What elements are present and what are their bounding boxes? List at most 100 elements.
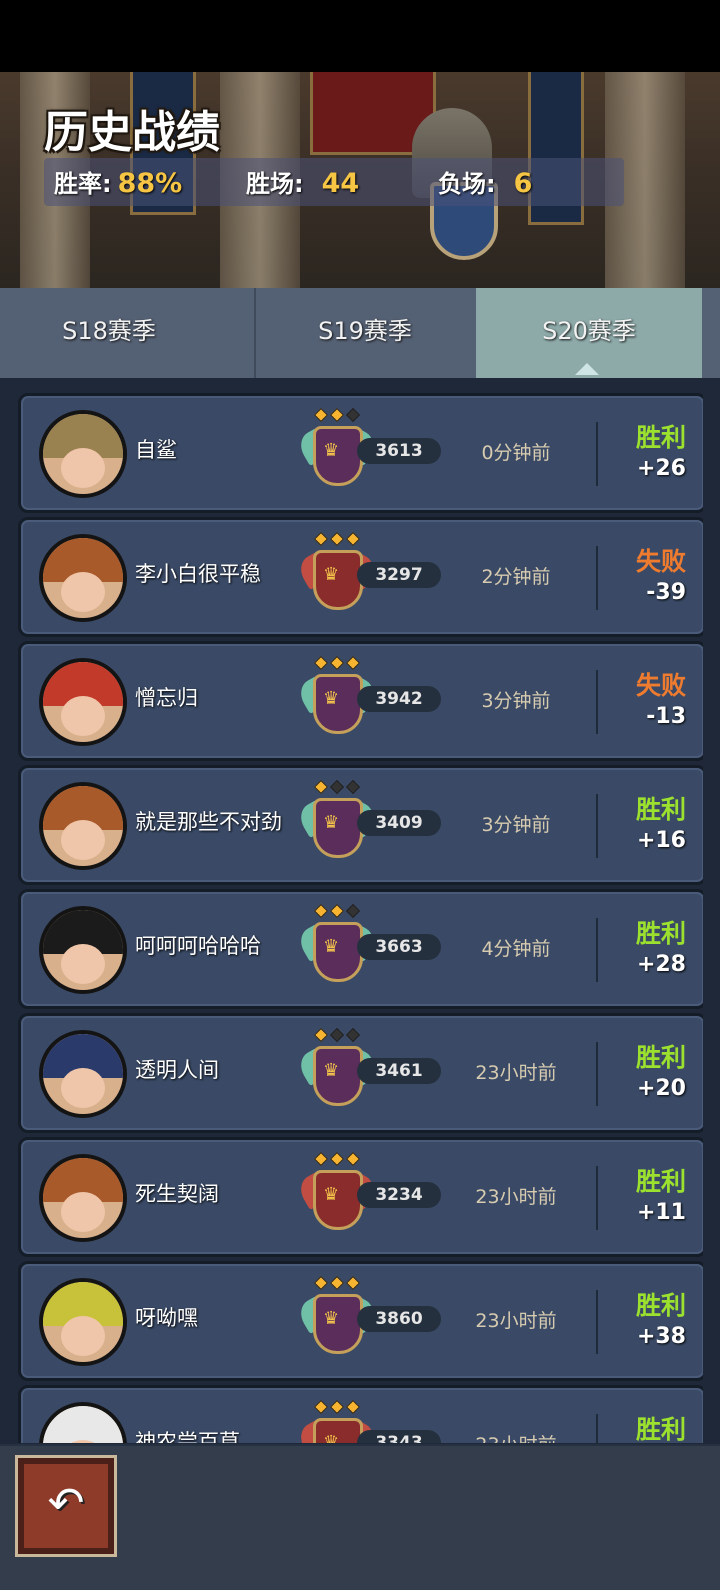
avatar-face <box>61 1068 105 1108</box>
avatar[interactable] <box>39 1278 127 1366</box>
match-row[interactable]: 憎忘归 ♛ 3942 3分钟前 失败 -13 <box>18 641 703 761</box>
match-result: 胜利 <box>635 423 686 452</box>
wins-stat: 胜场: 44 <box>246 164 359 199</box>
rank-star-icon <box>329 779 345 795</box>
divider <box>596 794 598 858</box>
rank-stars <box>313 531 363 547</box>
match-row[interactable]: 自鲨 ♛ 3613 0分钟前 胜利 +26 <box>18 393 703 513</box>
avatar[interactable] <box>39 658 127 746</box>
losses-label: 负场: <box>438 170 496 198</box>
win-rate-label: 胜率: <box>54 170 112 198</box>
match-time: 23小时前 <box>475 1310 557 1332</box>
rank-stars <box>313 1027 363 1043</box>
avatar-face <box>61 820 105 860</box>
match-time: 23小时前 <box>475 1186 557 1208</box>
rank-star-icon <box>329 1151 345 1167</box>
avatar[interactable] <box>39 1402 127 1443</box>
avatar[interactable] <box>39 410 127 498</box>
rank-star-icon <box>313 1027 329 1043</box>
rank-star-icon <box>313 779 329 795</box>
avatar-hat <box>43 1406 123 1443</box>
rank-star-icon <box>345 531 361 547</box>
back-button[interactable]: ↶ <box>15 1455 117 1557</box>
match-time: 23小时前 <box>461 1430 571 1443</box>
match-row[interactable]: 就是那些不对劲 ♛ 3409 3分钟前 胜利 +16 <box>18 765 703 885</box>
rank-star-icon <box>329 531 345 547</box>
rank-star-icon <box>345 655 361 671</box>
avatar-face <box>61 696 105 736</box>
back-arrow-icon: ↶ <box>47 1478 85 1529</box>
divider <box>596 546 598 610</box>
score-delta: +28 <box>636 952 686 977</box>
avatar[interactable] <box>39 1030 127 1118</box>
match-result: 胜利 <box>635 1291 686 1320</box>
divider <box>596 1166 598 1230</box>
divider <box>596 918 598 982</box>
match-time: 2分钟前 <box>481 566 551 588</box>
rank-stars <box>313 779 363 795</box>
match-time: 3分钟前 <box>481 814 551 836</box>
avatar-face <box>61 1192 105 1232</box>
avatar-face <box>61 572 105 612</box>
avatar-face <box>61 944 105 984</box>
rank-star-icon <box>313 903 329 919</box>
divider <box>596 1290 598 1354</box>
season-tabs: S18赛季 S19赛季 S20赛季 <box>0 288 720 378</box>
match-row[interactable]: 透明人间 ♛ 3461 23小时前 胜利 +20 <box>18 1013 703 1133</box>
avatar[interactable] <box>39 534 127 622</box>
avatar[interactable] <box>39 1154 127 1242</box>
win-rate-stat: 胜率: 88% <box>54 164 182 199</box>
player-name: 憎忘归 <box>135 686 198 710</box>
divider <box>596 1042 598 1106</box>
rank-score: 3860 <box>357 1306 441 1332</box>
rank-score: 3409 <box>357 810 441 836</box>
player-name: 呀呦嘿 <box>135 1306 198 1330</box>
crown-icon: ♛ <box>323 564 340 585</box>
match-list[interactable]: 自鲨 ♛ 3613 0分钟前 胜利 +26 李小白很平稳 ♛ 3297 2分钟前… <box>18 393 703 1443</box>
match-time: 23小时前 <box>475 1062 557 1084</box>
avatar-face <box>61 1316 105 1356</box>
rank-star-icon <box>313 1399 329 1415</box>
match-row[interactable]: 呵呵呵哈哈哈 ♛ 3663 4分钟前 胜利 +28 <box>18 889 703 1009</box>
score-delta: -13 <box>646 704 686 729</box>
rank-star-icon <box>329 903 345 919</box>
selected-tab-indicator <box>575 363 599 375</box>
rank-stars <box>313 407 363 423</box>
rank-star-icon <box>329 1027 345 1043</box>
score-delta: +11 <box>636 1200 686 1225</box>
score-delta: +38 <box>636 1324 686 1349</box>
page-title: 历史战绩 <box>44 107 220 158</box>
match-result: 胜利 <box>635 1167 686 1196</box>
match-time: 4分钟前 <box>481 938 551 960</box>
rank-star-icon <box>329 1275 345 1291</box>
divider <box>596 670 598 734</box>
match-row[interactable]: 神农尝百草 ♛ 3343 23小时前 胜利 <box>18 1385 703 1443</box>
match-result: 胜利 <box>635 795 686 824</box>
tab-s18[interactable]: S18赛季 <box>0 288 218 378</box>
rank-stars <box>313 655 363 671</box>
player-name: 自鲨 <box>135 438 177 462</box>
rank-score: 3942 <box>357 686 441 712</box>
rank-score: 3343 <box>357 1430 441 1443</box>
match-row[interactable]: 李小白很平稳 ♛ 3297 2分钟前 失败 -39 <box>18 517 703 637</box>
rank-score: 3613 <box>357 438 441 464</box>
rank-star-icon <box>329 655 345 671</box>
rank-star-icon <box>345 407 361 423</box>
tab-s19[interactable]: S19赛季 <box>254 288 474 378</box>
losses-value: 6 <box>513 168 533 199</box>
rank-stars <box>313 1275 363 1291</box>
match-result: 胜利 <box>635 1415 686 1443</box>
crown-icon: ♛ <box>323 936 340 957</box>
wins-label: 胜场: <box>246 170 304 198</box>
rank-star-icon <box>345 903 361 919</box>
score-delta: +16 <box>636 828 686 853</box>
match-row[interactable]: 呀呦嘿 ♛ 3860 23小时前 胜利 +38 <box>18 1261 703 1381</box>
crown-icon: ♛ <box>323 1060 340 1081</box>
rank-star-icon <box>345 1399 361 1415</box>
rank-star-icon <box>313 655 329 671</box>
rank-star-icon <box>313 1151 329 1167</box>
match-row[interactable]: 死生契阔 ♛ 3234 23小时前 胜利 +11 <box>18 1137 703 1257</box>
avatar[interactable] <box>39 906 127 994</box>
crown-icon: ♛ <box>323 1184 340 1205</box>
avatar[interactable] <box>39 782 127 870</box>
